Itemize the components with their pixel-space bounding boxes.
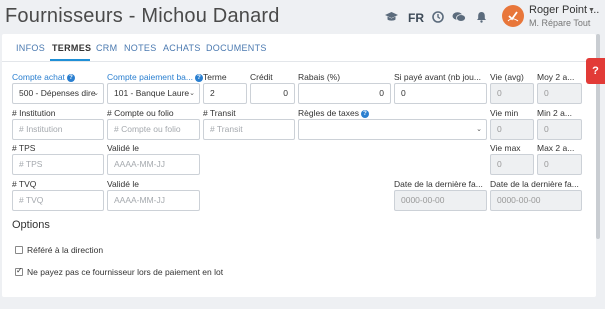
language-switch[interactable]: FR [408,11,424,25]
compte-achat-select[interactable]: 500 - Dépenses dire ⌄ [12,83,104,104]
checkmark-icon: ✓ [16,266,23,275]
vie-avg-label: Vie (avg) [490,72,524,82]
compte-paiement-label: Compte paiement ba...? [107,72,205,82]
options-title: Options [12,219,50,231]
tab-achats[interactable]: ACHATS [163,43,201,53]
vie-max-label: Vie max [490,143,521,153]
date-derniere-facture-2-label: Date de la dernière fa... [490,179,579,189]
tab-termes[interactable]: TERMES [52,43,91,53]
chevron-down-icon: ⌄ [189,90,195,97]
tvq-valide-label: Validé le [107,179,139,189]
transit-input[interactable]: # Transit [203,119,295,140]
vie-min-label: Vie min [490,108,519,118]
clock-icon[interactable] [431,10,445,24]
compte-folio-label: # Compte ou folio [107,108,174,118]
terme-input[interactable]: 2 [203,83,247,104]
regles-taxes-select[interactable]: ⌄ [298,119,487,140]
regles-taxes-label: Règles de taxes? [298,108,369,118]
moy-field: 0 [537,83,582,104]
tps-valide-input[interactable]: AAAA-MM-JJ [107,154,200,175]
ne-payez-pas-checkbox[interactable]: ✓ [15,266,23,276]
transit-label: # Transit [203,108,236,118]
vie-max-field: 0 [490,154,534,175]
chat-icon[interactable] [451,10,466,24]
chevron-down-icon: ⌄ [476,126,482,133]
terme-label: Terme [203,72,227,82]
ne-payez-pas-label[interactable]: Ne payez pas ce fournisseur lors de paie… [27,267,223,277]
credit-input[interactable]: 0 [250,83,295,104]
tvq-label: # TVQ [12,179,37,189]
institution-label: # Institution [12,108,56,118]
chevron-down-icon: ⌄ [93,90,99,97]
tab-crm[interactable]: CRM [96,43,117,53]
refere-direction-label[interactable]: Référé à la direction [27,245,103,255]
page-title: Fournisseurs - Michou Danard [5,5,280,27]
tab-documents[interactable]: DOCUMENTS [206,43,267,53]
chevron-down-icon[interactable]: ▼ [588,7,595,14]
bell-icon[interactable] [475,10,487,24]
compte-paiement-select[interactable]: 101 - Banque Laure ⌄ [107,83,200,104]
tvq-input[interactable]: # TVQ [12,190,104,211]
date-derniere-facture-label: Date de la dernière fa... [394,179,483,189]
min-field: 0 [537,119,582,140]
help-icon[interactable]: ? [360,110,369,118]
date-derniere-facture-2-field: 0000-00-00 [490,190,582,211]
min-label: Min 2 a... [537,108,572,118]
tab-notes[interactable]: NOTES [124,43,157,53]
rabais-input[interactable]: 0 [298,83,391,104]
institution-input[interactable]: # Institution [12,119,104,140]
compte-achat-label: Compte achat? [12,72,104,82]
tps-label: # TPS [12,143,36,153]
top-bar: Fournisseurs - Michou Danard FR Roger Po… [0,0,605,34]
user-company: M. Répare Tout [529,18,591,28]
moy-label: Moy 2 a... [537,72,575,82]
help-icon[interactable]: ? [66,74,75,82]
tabs-divider [2,61,596,62]
tps-input[interactable]: # TPS [12,154,104,175]
supplier-terms-card: INFOS TERMES CRM NOTES ACHATS DOCUMENTS … [2,34,596,297]
help-tab[interactable]: ? [586,58,605,84]
compte-folio-input[interactable]: # Compte ou folio [107,119,200,140]
vie-min-field: 0 [490,119,534,140]
si-paye-input[interactable]: 0 [394,83,487,104]
avatar[interactable] [502,5,524,27]
si-paye-label: Si payé avant (nb jou... [394,72,481,82]
vie-avg-field: 0 [490,83,534,104]
tvq-valide-input[interactable]: AAAA-MM-JJ [107,190,200,211]
help-icon[interactable]: ? [195,74,203,82]
tab-infos[interactable]: INFOS [16,43,45,53]
max-label: Max 2 a... [537,143,575,153]
graduation-cap-icon[interactable] [383,10,399,24]
tps-valide-label: Validé le [107,143,139,153]
rabais-label: Rabais (%) [298,72,341,82]
max-field: 0 [537,154,582,175]
date-derniere-facture-field: 0000-00-00 [394,190,487,211]
credit-label: Crédit [250,72,273,82]
refere-direction-checkbox[interactable] [15,246,23,254]
